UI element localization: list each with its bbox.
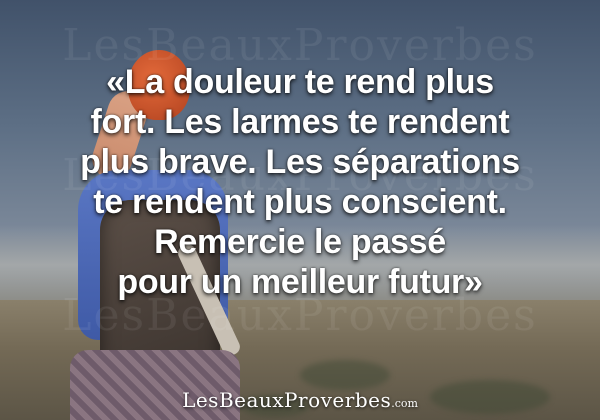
quote-line: Remercie le passé	[154, 223, 446, 261]
quote-line: «La douleur te rend plus	[106, 63, 494, 101]
brand-suffix: .com	[391, 397, 418, 410]
brand-name: LesBeauxProverbes	[182, 388, 392, 412]
quote-line: fort. Les larmes te rendent	[90, 103, 510, 141]
quote-line: plus brave. Les séparations	[80, 143, 520, 181]
quote-line: te rendent plus conscient.	[93, 183, 507, 221]
quote-image: LesBeauxProverbes LesBeauxProverbes LesB…	[0, 0, 600, 420]
quote-line: pour un meilleur futur»	[117, 263, 483, 301]
quote-text: «La douleur te rend plus fort. Les larme…	[0, 62, 600, 302]
site-brand: LesBeauxProverbes.com	[0, 388, 600, 412]
